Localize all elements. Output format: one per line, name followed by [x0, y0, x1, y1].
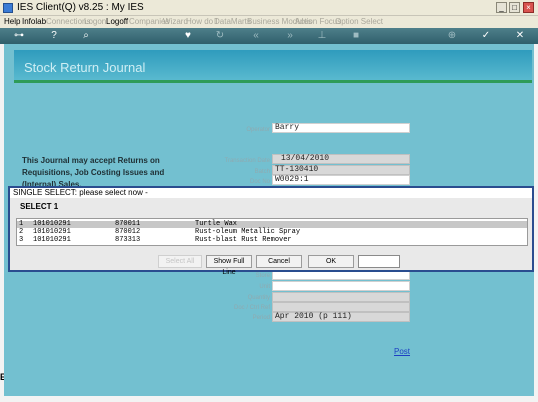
heart-icon[interactable]: ♥	[182, 30, 194, 42]
row-item: 870012	[115, 228, 141, 236]
dialog-header: SINGLE SELECT: please select now -	[10, 188, 532, 198]
menu-logoff[interactable]: Logoff	[106, 16, 128, 28]
fast-forward-icon[interactable]: »	[284, 30, 296, 42]
key-icon[interactable]: ⊶	[8, 30, 30, 42]
operator-label: Operator	[246, 127, 270, 133]
doc-ctrl-ref-label: Doc / Ctrl Ref	[233, 305, 270, 311]
minimize-button[interactable]: _	[496, 2, 507, 13]
batch-field[interactable]: TT-130410	[272, 165, 410, 175]
list-item[interactable]: 2 101010291 870012 Rust-oleum Metallic S…	[17, 229, 527, 236]
title-bar: IES Client(Q) v8.25 : My IES _ □ ×	[0, 0, 538, 16]
row-description: Turtle Wax	[195, 220, 238, 228]
menu-option-select[interactable]: Option Select	[335, 16, 383, 28]
row-item: 873313	[115, 236, 141, 244]
row-description: Rust-blast Rust Remover	[195, 236, 292, 244]
close-icon[interactable]: ✕	[514, 30, 526, 42]
row-number: 3	[19, 236, 24, 244]
rewind-icon[interactable]: «	[250, 30, 262, 42]
show-full-line-button[interactable]: Show Full Line	[206, 255, 252, 276]
list-item[interactable]: 3 101010291 873313 Rust-blast Rust Remov…	[17, 237, 527, 244]
dialog-input[interactable]	[358, 255, 400, 268]
check-icon[interactable]: ✓	[480, 30, 492, 42]
doc-no-field[interactable]: W0029:1	[272, 175, 410, 185]
page-header: Stock Return Journal	[14, 50, 532, 80]
operator-field[interactable]: Barry	[272, 123, 410, 133]
menu-how-do-i[interactable]: How do I	[186, 16, 218, 28]
menu-logon[interactable]: Logon	[84, 16, 106, 28]
select-all-button[interactable]: Select All	[158, 255, 202, 268]
ok-button[interactable]: OK	[308, 255, 354, 268]
single-select-dialog: SINGLE SELECT: please select now - SELEC…	[8, 186, 534, 276]
transaction-date-field[interactable]: 13/04/2010	[272, 154, 410, 164]
stop-icon[interactable]: ■	[350, 30, 362, 42]
quantity-label: Quantity	[247, 295, 270, 301]
right-edge	[534, 44, 538, 402]
row-code: 101010291	[33, 220, 71, 228]
menu-help[interactable]: Help	[4, 16, 20, 28]
row-code: 101010291	[33, 236, 71, 244]
help-icon[interactable]: ?	[48, 30, 60, 42]
dialog-subtitle: SELECT 1	[20, 202, 59, 211]
unit-field[interactable]	[272, 281, 410, 291]
row-number: 2	[19, 228, 24, 236]
menu-datamarts[interactable]: DataMarts	[214, 16, 251, 28]
menu-infolab[interactable]: Infolab	[22, 16, 46, 28]
unit-label: Unit	[259, 284, 270, 290]
toolbar: ⊶ ? ⌕ ♥ ↻ « » ⊥ ■ ⊕ ✓ ✕	[0, 28, 538, 44]
page-title: Stock Return Journal	[24, 60, 146, 75]
bottom-edge	[0, 396, 538, 402]
transaction-date-label: Transaction Date	[224, 158, 270, 164]
maximize-button[interactable]: □	[509, 2, 520, 13]
quantity-field[interactable]	[272, 292, 410, 302]
app-icon	[3, 3, 13, 13]
period-field[interactable]: Apr 2010 (p 111)	[272, 312, 410, 322]
select-list[interactable]: 1 101010291 870011 Turtle Wax 2 10101029…	[16, 218, 528, 246]
row-code: 101010291	[33, 228, 71, 236]
menu-wizard[interactable]: Wizard	[163, 16, 188, 28]
window-title: IES Client(Q) v8.25 : My IES	[17, 2, 144, 13]
period-label: Period	[252, 315, 270, 321]
row-description: Rust-oleum Metallic Spray	[195, 228, 301, 236]
list-item[interactable]: 1 101010291 870011 Turtle Wax	[17, 221, 527, 228]
refresh-icon[interactable]: ↻	[214, 30, 226, 42]
dialog-title: SINGLE SELECT: please select now -	[13, 188, 148, 197]
batch-label: Batch	[254, 169, 270, 175]
pin-icon[interactable]: ⊥	[316, 30, 328, 42]
post-link[interactable]: Post	[394, 347, 410, 356]
doc-no-label: Doc No	[249, 179, 270, 185]
row-number: 1	[19, 220, 24, 228]
add-icon[interactable]: ⊕	[446, 30, 458, 42]
close-window-button[interactable]: ×	[523, 2, 534, 13]
doc-ctrl-ref-field[interactable]	[272, 302, 410, 312]
row-item: 870011	[115, 220, 141, 228]
menu-bar: Help Infolab Connections Logon Logoff Co…	[0, 16, 538, 28]
header-divider	[14, 80, 532, 83]
search-icon[interactable]: ⌕	[80, 30, 92, 42]
cancel-button[interactable]: Cancel	[256, 255, 302, 268]
